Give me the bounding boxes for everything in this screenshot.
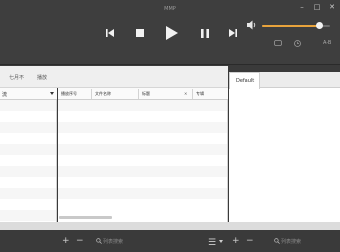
minimize-button[interactable]: – — [298, 3, 306, 11]
tab-default[interactable]: Default — [229, 72, 260, 89]
left-panel-dropdown-label: 流 — [2, 92, 8, 98]
column-title[interactable]: 标题 — [142, 91, 150, 97]
left-panel-list — [0, 100, 56, 222]
play-icon — [166, 26, 178, 40]
stop-button[interactable] — [134, 24, 146, 42]
bottom-toolbar: + − ☰ + − — [0, 232, 340, 252]
search-icon — [274, 238, 280, 244]
ab-repeat-toggle[interactable]: A-B — [323, 40, 331, 46]
column-index[interactable]: 播放序号 — [61, 91, 77, 97]
clock-icon[interactable] — [294, 40, 301, 47]
tab-second[interactable]: 播放 — [37, 74, 47, 81]
close-icon[interactable]: ✕ — [184, 91, 187, 96]
repeat-icon[interactable] — [274, 40, 282, 46]
list-icon[interactable]: ☰ — [208, 238, 216, 248]
left-panel-dropdown[interactable]: 流 — [0, 88, 57, 100]
app-title: MMP — [164, 6, 176, 12]
column-album[interactable]: 专辑 — [196, 91, 204, 97]
next-icon — [229, 29, 237, 37]
chevron-down-icon[interactable] — [219, 240, 223, 243]
chevron-down-icon — [50, 92, 54, 95]
stop-icon — [136, 29, 144, 37]
playlist-rows — [58, 100, 227, 206]
maximize-button[interactable]: □ — [313, 3, 321, 11]
left-panel: 流 — [0, 88, 57, 222]
status-strip — [0, 222, 340, 230]
search-icon — [96, 238, 102, 244]
column-divider[interactable] — [192, 89, 193, 99]
volume-handle[interactable] — [316, 22, 324, 29]
tab-first[interactable]: 七月不 — [9, 74, 24, 81]
volume-slider[interactable] — [262, 22, 330, 29]
playlist-search-input[interactable] — [281, 237, 336, 246]
column-filename[interactable]: 文件名称 — [95, 91, 111, 97]
previous-icon — [106, 29, 114, 37]
remove-playlist-button[interactable]: − — [246, 236, 254, 246]
remove-button[interactable]: − — [76, 236, 84, 246]
pause-icon — [201, 28, 209, 38]
add-playlist-button[interactable]: + — [232, 236, 240, 246]
column-divider[interactable] — [91, 89, 92, 99]
playlist-header: 播放序号 文件名称 标题 ✕ 专辑 — [58, 88, 228, 100]
tab-default-label: Default — [236, 78, 255, 84]
horizontal-scrollbar[interactable] — [59, 216, 112, 219]
column-divider[interactable] — [138, 89, 139, 99]
pause-button[interactable] — [199, 24, 211, 42]
tab-bar: 七月不 播放 — [0, 66, 228, 88]
play-button[interactable] — [164, 24, 180, 42]
previous-button[interactable] — [104, 24, 116, 42]
search-input[interactable] — [103, 237, 163, 246]
volume-icon[interactable] — [247, 20, 257, 30]
close-button[interactable]: ✕ — [328, 3, 336, 11]
add-button[interactable]: + — [62, 236, 70, 246]
player-bar: MMP – □ ✕ A-B — [0, 0, 340, 65]
volume-fill — [262, 25, 320, 27]
next-button[interactable] — [227, 24, 239, 42]
right-panel: Default 0 / 00:00:00:00 / 0 B — [229, 72, 340, 230]
playlist-panel: 播放序号 文件名称 标题 ✕ 专辑 0 / 00:00:00:00 / 0 B — [58, 88, 228, 228]
